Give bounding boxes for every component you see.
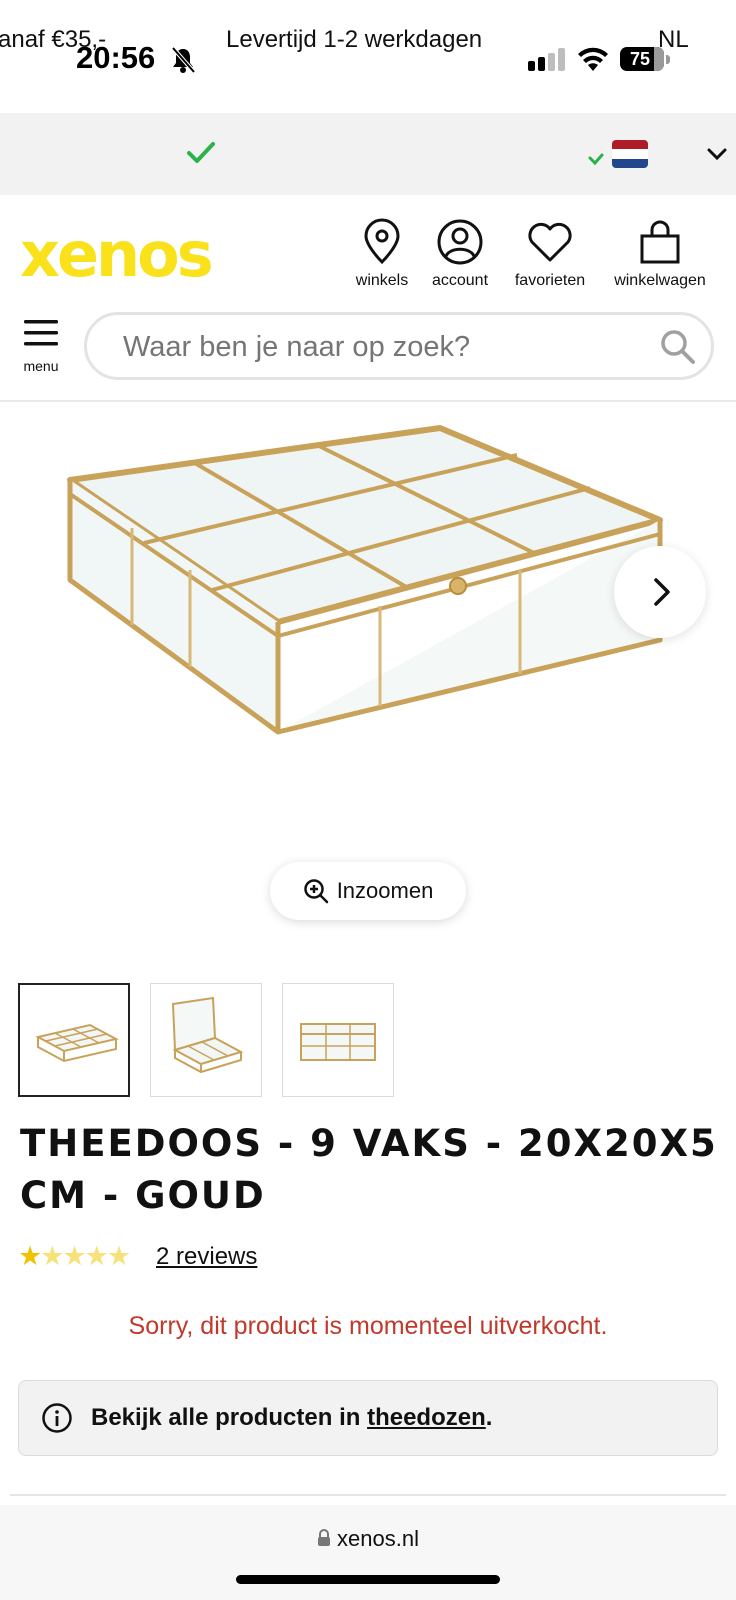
header-divider (0, 400, 736, 402)
thumbnail-image (35, 1023, 119, 1063)
url-text: xenos.nl (337, 1526, 419, 1551)
star-icon: ★ (18, 1241, 42, 1272)
thumbnail-1[interactable] (18, 983, 130, 1097)
search-icon[interactable] (659, 328, 697, 366)
user-icon (437, 219, 483, 265)
reviews-link[interactable]: 2 reviews (156, 1240, 257, 1274)
promo-text-left: anaf €35,- (0, 26, 107, 53)
soldout-message: Sorry, dit product is momenteel uitverko… (128, 1312, 608, 1340)
menu-button[interactable]: menu (18, 318, 64, 374)
category-link[interactable]: theedozen (367, 1404, 486, 1431)
browser-url-bar[interactable] (0, 1505, 736, 1600)
xenos-logo[interactable]: xenos (20, 218, 214, 292)
chevron-right-icon (654, 578, 670, 606)
menu-label: menu (23, 358, 59, 374)
thumbnail-3[interactable] (282, 983, 394, 1097)
home-indicator[interactable] (236, 1575, 500, 1584)
header-cart-link[interactable]: winkelwagen (606, 218, 714, 290)
category-info-box: Bekijk alle producten in theedozen. (18, 1380, 718, 1456)
rating-stars[interactable]: ★★★★★ (18, 1240, 131, 1274)
category-info-text: Bekijk alle producten in theedozen. (91, 1404, 492, 1432)
check-icon (588, 153, 604, 166)
star-icon: ★ (106, 1241, 131, 1272)
thumbnail-image (300, 1023, 376, 1061)
product-title: Theedoos - 9 vaks - 20x20x5 cm - goud (20, 1122, 718, 1217)
country-selector[interactable]: NL (658, 26, 689, 54)
header-favorites-link[interactable]: favorieten (506, 218, 594, 290)
bell-muted-icon (171, 46, 196, 74)
header-favorites-label: favorieten (514, 272, 586, 289)
lock-icon (318, 1529, 331, 1546)
header-account-link[interactable]: account (422, 218, 498, 290)
heart-icon (528, 222, 572, 262)
star-icon: ★ (62, 1241, 86, 1272)
search-bar[interactable] (84, 312, 714, 380)
zoom-in-icon (303, 879, 328, 904)
info-prefix: Bekijk alle producten in (91, 1404, 368, 1431)
star-icon: ★ (84, 1241, 109, 1272)
star-icon: ★ (40, 1241, 64, 1272)
hamburger-icon (24, 320, 58, 346)
signal-icon (528, 48, 568, 71)
info-suffix: . (485, 1404, 493, 1431)
zoom-button[interactable]: Inzoomen (270, 862, 466, 920)
header-account-label: account (431, 272, 489, 289)
header-cart-label: winkelwagen (614, 272, 706, 289)
location-pin-icon (364, 218, 400, 265)
search-input[interactable] (121, 315, 645, 379)
header-stores-label: winkels (355, 272, 409, 289)
info-icon (42, 1403, 72, 1433)
promo-text-delivery: Levertijd 1-2 werkdagen (226, 26, 483, 53)
zoom-label: Inzoomen (336, 878, 434, 903)
check-icon (187, 142, 215, 163)
shopping-bag-icon (640, 220, 680, 264)
content-divider (10, 1494, 726, 1496)
product-image[interactable] (40, 410, 680, 770)
wifi-icon (578, 47, 608, 71)
header-stores-link[interactable]: winkels (346, 218, 418, 290)
flag-nl-icon[interactable] (612, 140, 648, 168)
next-image-button[interactable] (614, 546, 706, 638)
battery-level: 75 (629, 49, 651, 69)
thumbnail-image (171, 996, 244, 1074)
url-display[interactable]: xenos.nl (0, 1526, 736, 1552)
chevron-down-icon[interactable] (706, 146, 728, 162)
thumbnail-2[interactable] (150, 983, 262, 1097)
